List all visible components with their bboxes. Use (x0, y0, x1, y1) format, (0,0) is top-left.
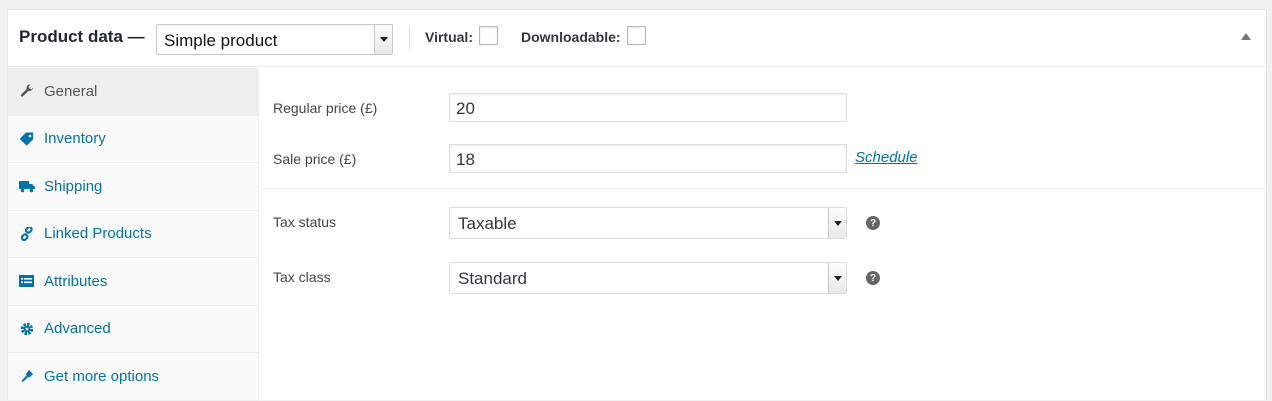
tab-linked-products-label: Linked Products (44, 225, 152, 243)
product-type-value: Simple product (164, 31, 278, 50)
regular-price-label: Regular price (£) (273, 100, 378, 116)
tax-class-label: Tax class (273, 269, 331, 285)
tab-advanced-label: Advanced (44, 320, 111, 338)
list-icon (18, 273, 35, 290)
panel-header: Product data — Simple product Virtual: D… (8, 10, 1266, 67)
product-data-tabs: General Inventory Shipping Linked Produc… (8, 68, 259, 401)
tab-attributes[interactable]: Attributes (8, 258, 258, 306)
tax-status-help-icon[interactable]: ? (866, 216, 880, 230)
tax-class-value: Standard (458, 269, 527, 288)
product-data-panel: Product data — Simple product Virtual: D… (7, 9, 1267, 401)
tax-status-label: Tax status (273, 214, 337, 230)
product-type-select[interactable]: Simple product (156, 24, 393, 55)
truck-icon (18, 178, 35, 195)
tab-get-more-options[interactable]: Get more options (8, 353, 258, 401)
tag-icon (18, 130, 35, 147)
tab-general-label: General (44, 82, 98, 100)
tab-attributes-label: Attributes (44, 272, 108, 290)
tax-class-help-icon[interactable]: ? (866, 271, 880, 285)
sale-price-label: Sale price (£) (273, 151, 357, 167)
tab-inventory-label: Inventory (44, 130, 106, 148)
tab-get-more-options-label: Get more options (44, 367, 160, 385)
dropdown-arrow-icon[interactable] (828, 208, 846, 238)
header-divider (409, 28, 410, 50)
schedule-link[interactable]: Schedule (855, 149, 918, 166)
tab-advanced[interactable]: Advanced (8, 306, 258, 353)
tab-general[interactable]: General (8, 68, 258, 116)
virtual-label: Virtual: (425, 29, 473, 45)
gear-icon (18, 320, 35, 337)
downloadable-checkbox[interactable] (627, 26, 646, 45)
tax-class-select[interactable]: Standard (449, 262, 847, 294)
general-panel: Regular price (£) 20 Sale price (£) 18 S… (260, 68, 1266, 400)
section-divider (260, 188, 1266, 189)
link-icon (18, 225, 35, 242)
tab-shipping[interactable]: Shipping (8, 163, 258, 211)
regular-price-input[interactable]: 20 (449, 93, 847, 122)
tax-status-select[interactable]: Taxable (449, 207, 847, 239)
dropdown-arrow-icon[interactable] (828, 263, 846, 293)
tab-linked-products[interactable]: Linked Products (8, 211, 258, 258)
downloadable-label: Downloadable: (521, 29, 621, 45)
collapse-toggle-icon[interactable] (1241, 33, 1251, 40)
wrench-icon (18, 83, 35, 100)
tab-shipping-label: Shipping (44, 177, 103, 195)
panel-title: Product data — (19, 27, 145, 46)
dropdown-arrow-icon[interactable] (374, 25, 392, 54)
sale-price-input[interactable]: 18 (449, 144, 847, 173)
virtual-checkbox[interactable] (479, 26, 498, 45)
tab-inventory[interactable]: Inventory (8, 116, 258, 163)
plug-icon (18, 368, 35, 385)
tax-status-value: Taxable (458, 214, 517, 233)
